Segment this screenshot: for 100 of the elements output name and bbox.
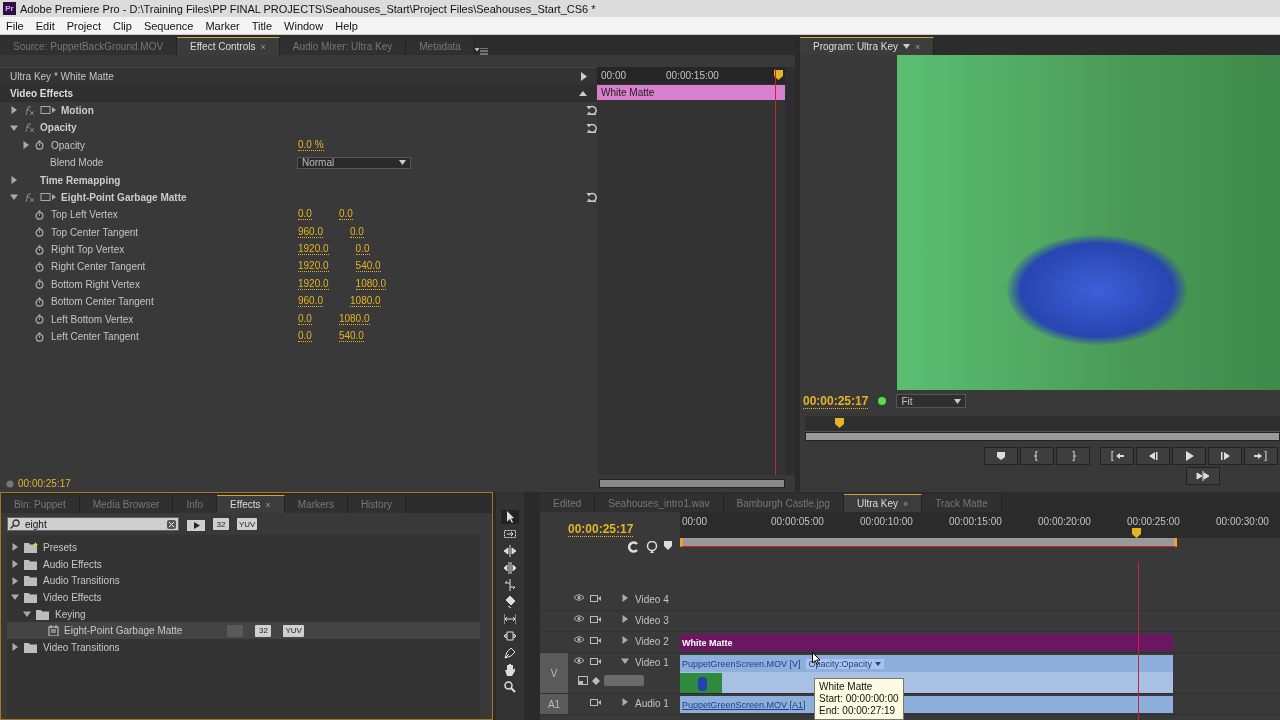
menu-item[interactable]: Project (60, 19, 107, 32)
param-value[interactable]: 540.0 (355, 261, 381, 273)
expand-triangle-icon[interactable] (621, 636, 629, 644)
blend-mode-dropdown[interactable]: Normal (297, 156, 411, 169)
menu-item[interactable]: Clip (106, 19, 138, 32)
expand-triangle-icon[interactable] (621, 698, 629, 706)
menu-item[interactable]: Sequence (137, 19, 200, 32)
clear-icon[interactable] (167, 519, 176, 529)
param-value[interactable]: 1920.0 (298, 261, 329, 273)
close-tab-button[interactable]: × (260, 41, 266, 52)
tab[interactable]: Ultra Key × (843, 494, 923, 512)
eye-icon[interactable] (574, 594, 584, 601)
expand-triangle-icon[interactable] (621, 657, 629, 665)
marker-icon[interactable] (664, 541, 672, 550)
zoom-scrollbar[interactable] (599, 479, 785, 488)
rolling-edit-tool-icon[interactable] (501, 561, 519, 575)
param-value[interactable]: 960.0 (298, 296, 324, 308)
eye-icon[interactable] (574, 615, 584, 622)
sync-lock-icon[interactable] (590, 615, 601, 624)
reset-icon[interactable] (586, 122, 597, 133)
timecode[interactable]: 00:00:25:17 (803, 393, 869, 409)
sync-lock-icon[interactable] (590, 594, 601, 603)
param-value[interactable]: 960.0 (298, 226, 324, 238)
time-ruler[interactable]: 00:00 00:00:05:00 00:00:10:00 00:00:15:00 00:00:20:00 00:00:25:00 00:00:30:00 (680, 512, 1280, 538)
eye-icon[interactable] (574, 636, 584, 643)
expand-triangle-icon[interactable] (621, 594, 629, 602)
go-to-out-button[interactable] (1244, 447, 1278, 465)
program-tab[interactable]: Program: Ultra Key × (800, 37, 935, 55)
expand-triangle-icon[interactable] (10, 193, 18, 202)
param-value[interactable]: 0.0 (298, 313, 312, 325)
menu-item[interactable]: Marker (199, 19, 246, 32)
expand-triangle-icon[interactable] (10, 123, 18, 132)
filter-toggle[interactable]: YUV (237, 518, 258, 530)
menu-item[interactable]: Title (245, 19, 279, 32)
zoom-scrollbar[interactable] (805, 432, 1280, 441)
reset-icon[interactable] (586, 105, 597, 116)
snap-icon[interactable] (628, 541, 640, 553)
step-forward-button[interactable] (1208, 447, 1242, 465)
param-value[interactable]: 0.0 (338, 209, 353, 221)
param-value[interactable]: 1080.0 (350, 296, 381, 308)
accelerated-effects-icon[interactable] (187, 517, 205, 531)
playhead-marker-icon[interactable] (1132, 528, 1141, 538)
zoom-dropdown[interactable]: Fit (896, 394, 967, 408)
mark-in-button[interactable] (1020, 447, 1054, 465)
param-value[interactable]: 1080.0 (338, 313, 370, 325)
tree-item[interactable]: Keying (7, 605, 480, 623)
expand-triangle-icon[interactable] (10, 176, 18, 185)
param-value[interactable]: 1920.0 (298, 244, 329, 256)
mark-out-button[interactable] (1056, 447, 1090, 465)
expand-triangle-icon[interactable] (23, 610, 31, 619)
trim-button[interactable] (1186, 467, 1220, 485)
param-value[interactable]: 1080.0 (355, 278, 387, 290)
panel-menu-icon[interactable] (474, 48, 488, 55)
expand-triangle-icon[interactable] (11, 643, 19, 652)
param-value[interactable]: 0.0 (298, 209, 312, 221)
tree-item[interactable]: Video Transitions (7, 639, 480, 656)
go-to-in-button[interactable] (1100, 447, 1134, 465)
vertical-scrollbar[interactable] (785, 67, 795, 475)
expand-triangle-icon[interactable] (11, 576, 19, 585)
menu-item[interactable]: Edit (29, 19, 61, 32)
effect-dropdown[interactable]: Opacity:Opacity (805, 658, 885, 669)
sync-lock-icon[interactable] (590, 657, 601, 666)
slide-tool-icon[interactable] (501, 629, 519, 643)
timecode[interactable]: 00:00:25:17 (18, 478, 71, 489)
playhead-marker-icon[interactable] (835, 418, 844, 428)
close-tab-button[interactable]: × (903, 498, 909, 509)
eye-icon[interactable] (574, 657, 584, 664)
ripple-edit-tool-icon[interactable] (501, 544, 519, 558)
dropdown-arrow-icon[interactable] (903, 44, 911, 49)
play-triangle-icon[interactable] (581, 71, 587, 81)
menu-item[interactable]: Window (278, 19, 330, 32)
add-marker-button[interactable] (984, 447, 1018, 465)
filter-toggle[interactable]: 32 (213, 518, 229, 530)
reset-icon[interactable] (586, 192, 597, 203)
tab[interactable]: Effects × (217, 495, 285, 513)
clip-bar[interactable]: White Matte (597, 85, 785, 101)
search-field[interactable]: eight (7, 517, 179, 531)
menu-item[interactable]: Help (329, 19, 364, 32)
sync-lock-icon[interactable] (590, 698, 601, 707)
tree-item[interactable]: Presets (7, 539, 480, 556)
expand-triangle-icon[interactable] (22, 141, 30, 150)
close-tab-button[interactable]: × (265, 499, 271, 510)
display-style-icon[interactable] (578, 676, 588, 685)
play-button[interactable] (1172, 447, 1206, 465)
expand-triangle-icon[interactable] (10, 106, 18, 115)
selection-tool-icon[interactable] (501, 510, 519, 524)
param-value[interactable]: 0.0 (298, 331, 312, 343)
expand-triangle-icon[interactable] (621, 615, 629, 623)
link-icon[interactable] (646, 541, 658, 553)
expand-triangle-icon[interactable] (11, 593, 19, 602)
tree-item[interactable]: Video Effects (7, 589, 480, 606)
collapse-arrow-icon[interactable] (579, 90, 587, 96)
track-select-tool-icon[interactable] (501, 527, 519, 541)
menu-item[interactable]: File (0, 19, 30, 32)
track-target[interactable]: A1 (540, 694, 568, 714)
tree-item[interactable]: Audio Transitions (7, 572, 480, 590)
tree-item[interactable]: Audio Effects (7, 555, 480, 573)
param-value[interactable]: 0.0 (350, 226, 364, 238)
tree-item[interactable]: Eight-Point Garbage Matte 32 YUV (7, 622, 480, 640)
track-target[interactable]: V (540, 653, 568, 693)
